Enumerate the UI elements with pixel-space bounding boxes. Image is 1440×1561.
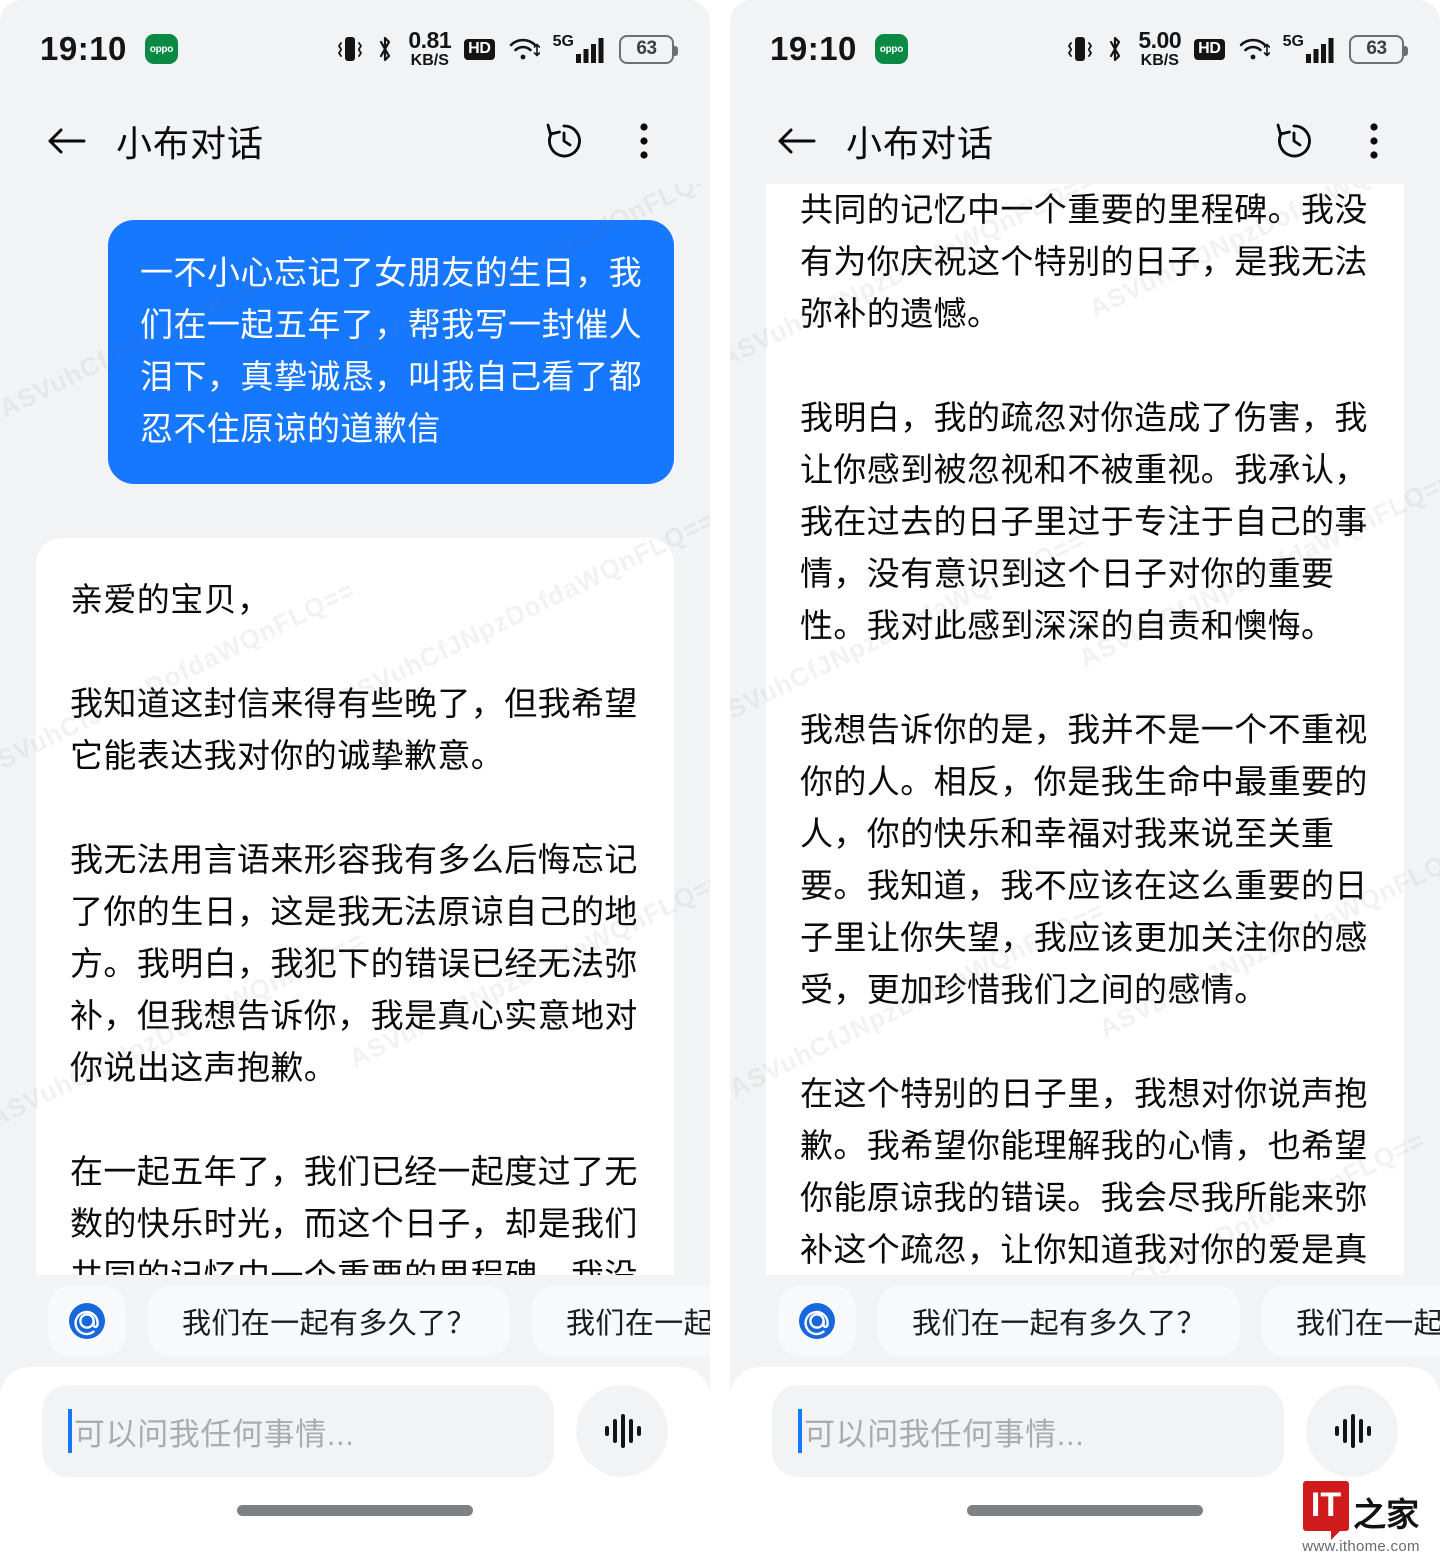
history-icon[interactable]: [1268, 115, 1320, 167]
assistant-paragraph: 在这个特别的日子里，我想对你说声抱歉。我希望你能理解我的心情，也希望你能原谅我的…: [800, 1075, 1368, 1268]
wifi-icon: [1238, 35, 1270, 63]
voice-input-button[interactable]: [1306, 1385, 1398, 1477]
assistant-paragraph: 在一起五年了，我们已经一起度过了无数的快乐时光，而这个日子，却是我们共同的记忆中…: [70, 1153, 638, 1275]
conversation-scroll-area[interactable]: 一不小心忘记了女朋友的生日，我们在一起五年了，帮我写一封催人泪下，真挚诚恳，叫我…: [0, 184, 710, 1275]
status-bar-right: 5.00 KB/S HD 5G 63: [1068, 29, 1408, 69]
suggestion-chip[interactable]: 我们在一起最难忘的事情: [1262, 1286, 1440, 1356]
vibrate-icon: [1068, 34, 1093, 64]
text-caret: [798, 1409, 802, 1453]
network-speed-indicator: 0.81 KB/S: [408, 29, 451, 69]
conversation-content: 一不小心忘记了女朋友的生日，我们在一起五年了，帮我写一封催人泪下，真挚诚恳，叫我…: [36, 220, 674, 1275]
assistant-message-card: 亲爱的宝贝， 我知道这封信来得有些晚了，但我希望它能表达我对你的诚挚歉意。 我无…: [766, 184, 1404, 1275]
status-time: 19:10: [40, 30, 127, 67]
network-speed-value: 0.81: [408, 27, 452, 53]
network-speed-unit: KB/S: [410, 52, 449, 69]
bluetooth-icon: [1105, 34, 1125, 64]
text-caret: [68, 1409, 72, 1453]
status-bar-left: 19:10 oppo: [40, 30, 178, 68]
title-bar: 小布对话: [0, 98, 710, 184]
status-bar-left: 19:10 oppo: [770, 30, 908, 68]
more-options-icon[interactable]: [618, 115, 670, 167]
phone-screenshot-left: 19:10 oppo 0.81 KB/S HD 5G 63 小布对话 一不小心忘…: [0, 0, 710, 1561]
assistant-paragraph: 我知道这封信来得有些晚了，但我希望它能表达我对你的诚挚歉意。: [70, 685, 638, 774]
assistant-message-card: 亲爱的宝贝， 我知道这封信来得有些晚了，但我希望它能表达我对你的诚挚歉意。 我无…: [36, 538, 674, 1275]
cellular-signal-icon: 5G: [553, 34, 606, 64]
back-button[interactable]: [44, 118, 90, 164]
vibrate-icon: [338, 34, 363, 64]
voice-input-button[interactable]: [576, 1385, 668, 1477]
suggestion-chip-row[interactable]: 我们在一起有多久了？ 我们在一起最难忘的事情: [730, 1275, 1440, 1367]
at-icon: [69, 1303, 105, 1339]
status-bar: 19:10 oppo 5.00 KB/S HD 5G 63: [730, 0, 1440, 98]
ithome-cn-name: 之家: [1353, 1495, 1420, 1534]
voice-wave-icon: [605, 1414, 641, 1448]
oppo-logo-badge: oppo: [874, 34, 908, 64]
message-input-bar: 可以问我任何事情...: [730, 1367, 1440, 1495]
more-options-icon[interactable]: [1348, 115, 1400, 167]
at-mention-button[interactable]: [48, 1286, 126, 1356]
status-bar-right: 0.81 KB/S HD 5G 63: [338, 29, 678, 69]
conversation-content: 一不小心忘记了女朋友的生日，我们在一起五年了，帮我写一封催人泪下，真挚诚恳，叫我…: [766, 184, 1404, 1275]
assistant-paragraph: 我想告诉你的是，我并不是一个不重视你的人。相反，你是我生命中最重要的人，你的快乐…: [800, 711, 1368, 1008]
network-speed-indicator: 5.00 KB/S: [1138, 29, 1181, 69]
message-input-field[interactable]: 可以问我任何事情...: [42, 1385, 554, 1477]
battery-level: 63: [636, 38, 657, 59]
assistant-paragraph: 我无法用言语来形容我有多么后悔忘记了你的生日，这是我无法原谅自己的地方。我明白，…: [70, 841, 638, 1086]
wifi-icon: [508, 35, 540, 63]
home-indicator-bar: [0, 1495, 710, 1561]
page-title: 小布对话: [846, 123, 995, 164]
user-message-bubble: 一不小心忘记了女朋友的生日，我们在一起五年了，帮我写一封催人泪下，真挚诚恳，叫我…: [108, 220, 674, 484]
status-time: 19:10: [770, 30, 857, 67]
home-indicator[interactable]: [967, 1505, 1203, 1516]
assistant-paragraph: 我明白，我的疏忽对你造成了伤害，我让你感到被忽视和不被重视。我承认，我在过去的日…: [800, 399, 1368, 644]
assistant-paragraph: 在一起五年了，我们已经一起度过了无数的快乐时光，而这个日子，却是我们共同的记忆中…: [800, 191, 1368, 332]
bluetooth-icon: [375, 34, 395, 64]
history-icon[interactable]: [538, 115, 590, 167]
at-mention-button[interactable]: [778, 1286, 856, 1356]
battery-icon: 63: [619, 34, 678, 64]
suggestion-chip-row[interactable]: 我们在一起有多久了？ 我们在一起最难忘的事情: [0, 1275, 710, 1367]
suggestion-chip[interactable]: 我们在一起最难忘的事情: [532, 1286, 710, 1356]
ithome-mark: IT: [1302, 1481, 1350, 1540]
title-bar: 小布对话: [730, 98, 1440, 184]
battery-icon: 63: [1349, 34, 1408, 64]
network-speed-unit: KB/S: [1140, 52, 1179, 69]
network-speed-value: 5.00: [1138, 27, 1182, 53]
network-type-label: 5G: [1282, 33, 1304, 50]
home-indicator[interactable]: [237, 1505, 473, 1516]
input-placeholder: 可以问我任何事情...: [804, 1416, 1085, 1452]
ithome-logo: IT 之家 www.ithome.com: [1286, 1481, 1436, 1555]
hd-voice-icon: HD: [1194, 38, 1225, 60]
dual-screenshot-stage: 19:10 oppo 0.81 KB/S HD 5G 63 小布对话 一不小心忘…: [0, 0, 1440, 1561]
message-input-field[interactable]: 可以问我任何事情...: [772, 1385, 1284, 1477]
ithome-logo-row: IT 之家: [1286, 1481, 1436, 1540]
cellular-signal-icon: 5G: [1283, 34, 1336, 64]
hd-voice-icon: HD: [464, 38, 495, 60]
at-icon: [799, 1303, 835, 1339]
assistant-paragraph: 亲爱的宝贝，: [70, 581, 271, 618]
phone-screenshot-right: 19:10 oppo 5.00 KB/S HD 5G 63 小布对话 共同的记忆…: [730, 0, 1440, 1561]
suggestion-chip[interactable]: 我们在一起有多久了？: [878, 1286, 1241, 1356]
battery-level: 63: [1366, 38, 1387, 59]
back-button[interactable]: [774, 118, 820, 164]
input-placeholder: 可以问我任何事情...: [74, 1416, 355, 1452]
oppo-logo-badge: oppo: [144, 34, 178, 64]
message-input-bar: 可以问我任何事情...: [0, 1367, 710, 1495]
page-title: 小布对话: [116, 123, 265, 164]
network-type-label: 5G: [552, 33, 574, 50]
ithome-url: www.ithome.com: [1302, 1538, 1420, 1555]
voice-wave-icon: [1335, 1414, 1371, 1448]
status-bar: 19:10 oppo 0.81 KB/S HD 5G 63: [0, 0, 710, 98]
suggestion-chip[interactable]: 我们在一起有多久了？: [148, 1286, 511, 1356]
conversation-scroll-area[interactable]: 一不小心忘记了女朋友的生日，我们在一起五年了，帮我写一封催人泪下，真挚诚恳，叫我…: [730, 184, 1440, 1275]
